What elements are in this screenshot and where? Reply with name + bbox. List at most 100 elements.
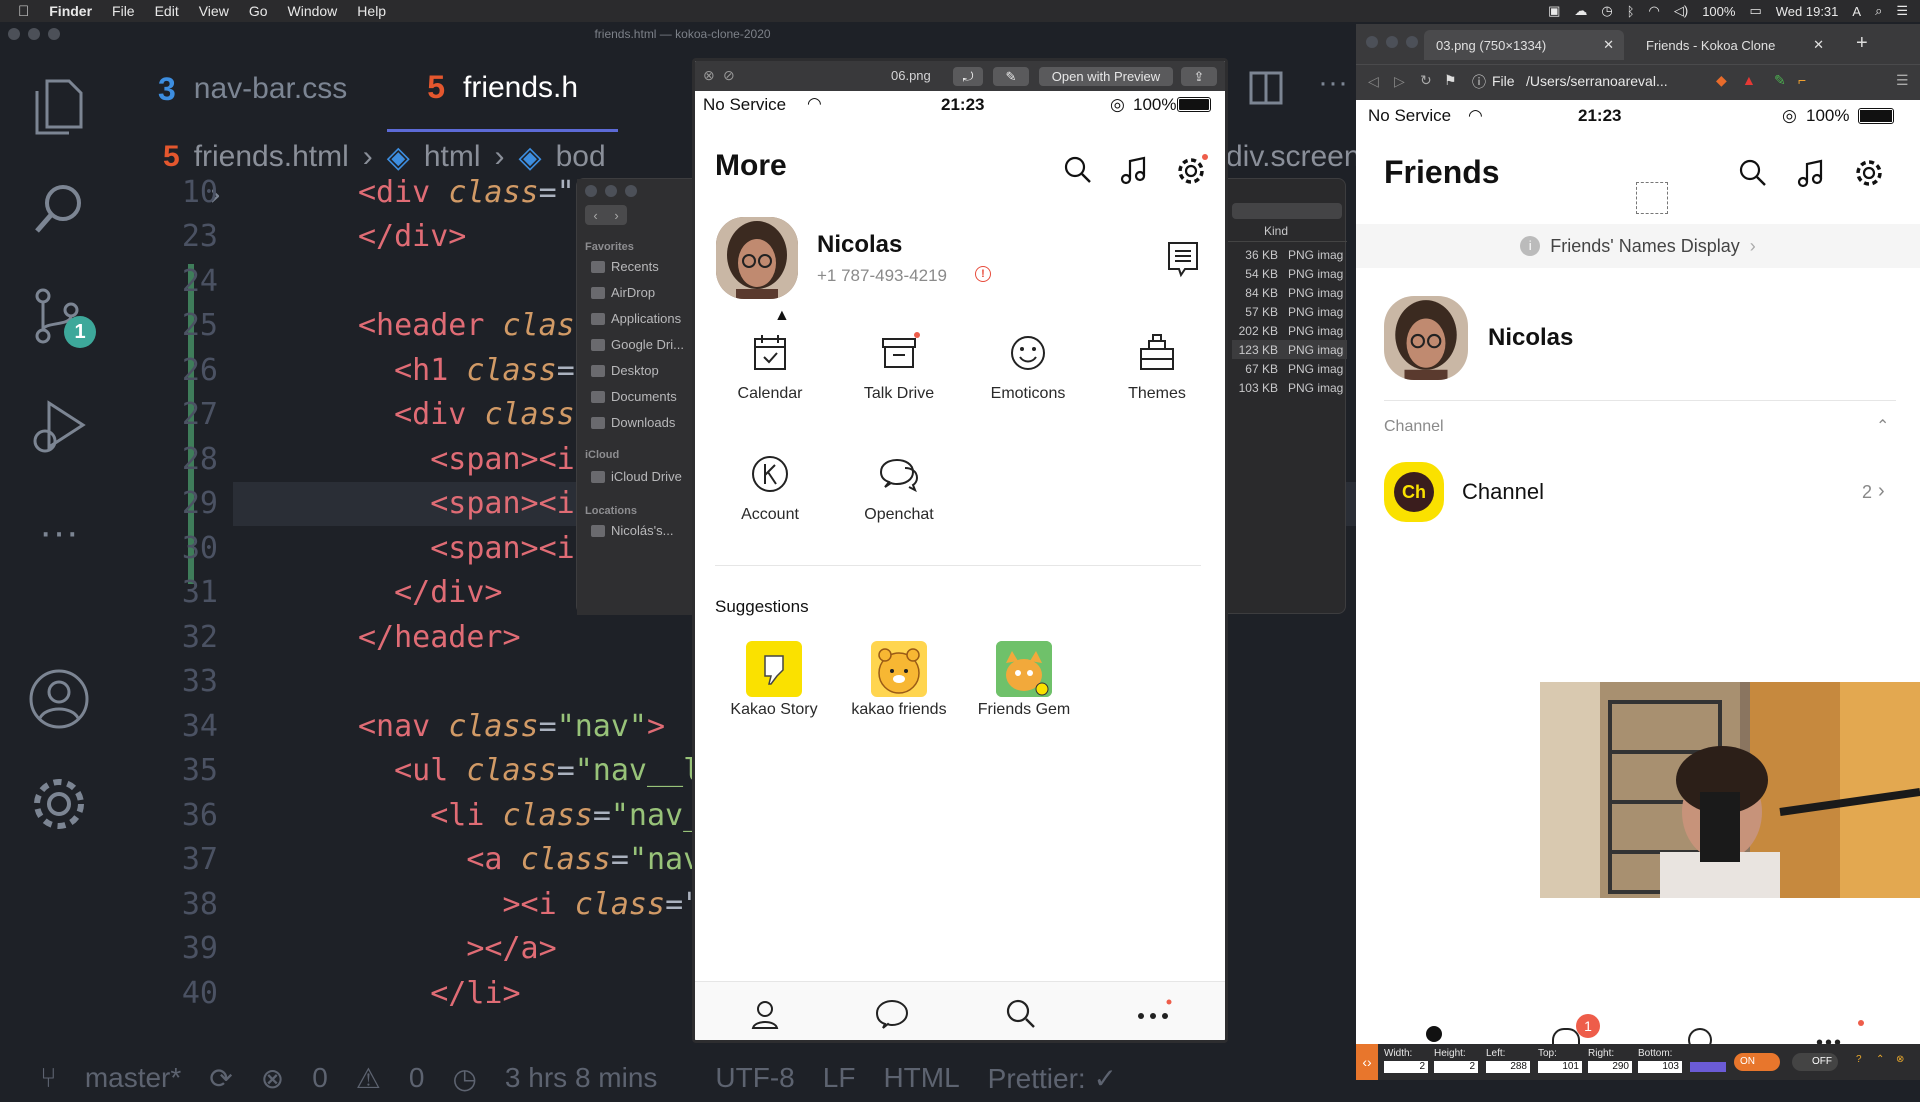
width-value[interactable]: 2 bbox=[1384, 1061, 1428, 1073]
sidebar-item-computer[interactable]: Nicolás's... bbox=[591, 523, 673, 538]
wifi-icon[interactable]: ◠ bbox=[1649, 3, 1660, 19]
help-icon[interactable]: ? bbox=[1856, 1054, 1862, 1065]
menu-help[interactable]: Help bbox=[357, 3, 386, 19]
menu-file[interactable]: File bbox=[112, 3, 135, 19]
screen-record-icon[interactable]: ▣ bbox=[1548, 3, 1560, 19]
names-display-banner[interactable]: i Friends' Names Display › bbox=[1356, 224, 1920, 268]
menu-view[interactable]: View bbox=[199, 3, 229, 19]
talk-drive-icon[interactable] bbox=[875, 329, 923, 377]
account-icon[interactable] bbox=[28, 668, 90, 730]
explorer-icon[interactable] bbox=[28, 76, 90, 138]
avatar[interactable] bbox=[716, 217, 798, 299]
menu-item-themes[interactable]: Themes bbox=[1092, 385, 1222, 403]
settings-gear-icon[interactable] bbox=[28, 773, 90, 835]
themes-icon[interactable] bbox=[1133, 329, 1181, 377]
tab-close-icon[interactable]: ✕ bbox=[1813, 37, 1824, 53]
rewards-icon[interactable]: ▲ bbox=[1742, 72, 1756, 88]
bookmark-icon[interactable]: ⚑ bbox=[1444, 72, 1457, 89]
editor-more-icon[interactable]: ··· bbox=[1318, 66, 1348, 100]
left-value[interactable]: 288 bbox=[1486, 1061, 1530, 1073]
file-row[interactable]: 123 KB PNG imag bbox=[1232, 340, 1347, 359]
file-row[interactable]: 67 KB PNG imag bbox=[1232, 359, 1347, 378]
finder-nav-buttons[interactable]: ‹ › bbox=[585, 205, 627, 225]
git-branch[interactable]: master* bbox=[85, 1062, 181, 1094]
sidebar-item-applications[interactable]: Applications bbox=[591, 311, 681, 326]
up-icon[interactable]: ⌃ bbox=[1876, 1054, 1884, 1065]
file-row[interactable]: 54 KB PNG imag bbox=[1232, 264, 1347, 283]
sidebar-item-airdrop[interactable]: AirDrop bbox=[591, 285, 655, 300]
file-row[interactable]: 84 KB PNG imag bbox=[1232, 283, 1347, 302]
calendar-icon[interactable] bbox=[746, 329, 794, 377]
sidebar-item-google-drive[interactable]: Google Dri... bbox=[591, 337, 684, 352]
file-row[interactable]: 202 KB PNG imag bbox=[1232, 321, 1347, 340]
back-icon[interactable]: ◁ bbox=[1368, 73, 1379, 90]
column-header-kind[interactable]: Kind bbox=[1222, 224, 1347, 242]
share-icon[interactable]: ⇪ bbox=[1181, 67, 1217, 86]
markup-icon[interactable]: ✎ bbox=[993, 67, 1029, 86]
split-editor-icon[interactable] bbox=[1248, 70, 1284, 106]
tab-close-icon[interactable]: ✕ bbox=[1603, 37, 1614, 53]
search-icon[interactable] bbox=[1738, 158, 1768, 188]
breadcrumb-item[interactable]: bod bbox=[556, 140, 606, 174]
kakao-friends-icon[interactable] bbox=[871, 641, 927, 697]
rotate-icon[interactable]: ⤾ bbox=[953, 67, 983, 86]
time-machine-icon[interactable]: ◷ bbox=[1601, 3, 1612, 19]
back-icon[interactable]: ‹ bbox=[593, 208, 597, 223]
info-icon[interactable]: ⓘ bbox=[1472, 72, 1486, 92]
bluetooth-icon[interactable]: ᛒ bbox=[1627, 4, 1635, 19]
url-path[interactable]: /Users/serranoareval... bbox=[1526, 73, 1668, 89]
emoticons-icon[interactable] bbox=[1004, 329, 1052, 377]
reload-icon[interactable]: ↻ bbox=[1420, 72, 1432, 89]
search-tab-icon[interactable] bbox=[1005, 998, 1037, 1030]
music-icon[interactable] bbox=[1796, 158, 1826, 188]
time-tracker[interactable]: 3 hrs 8 mins bbox=[505, 1062, 658, 1094]
browser-traffic-lights[interactable] bbox=[1366, 36, 1418, 48]
control-center-icon[interactable]: ☰ bbox=[1896, 3, 1908, 19]
keyboard-input-icon[interactable]: A bbox=[1852, 4, 1861, 19]
eol[interactable]: LF bbox=[823, 1062, 856, 1094]
sidebar-item-icloud-drive[interactable]: iCloud Drive bbox=[591, 469, 682, 484]
cloud-icon[interactable]: ☁ bbox=[1574, 3, 1587, 19]
settings-gear-icon[interactable] bbox=[1175, 153, 1209, 187]
more-icon[interactable]: ··· bbox=[28, 501, 90, 563]
menu-window[interactable]: Window bbox=[288, 3, 338, 19]
menu-item-talk-drive[interactable]: Talk Drive bbox=[834, 385, 964, 403]
sync-icon[interactable]: ⟳ bbox=[209, 1062, 232, 1095]
chevron-up-icon[interactable]: ⌃ bbox=[1876, 416, 1889, 436]
search-icon[interactable] bbox=[1063, 155, 1093, 185]
menu-edit[interactable]: Edit bbox=[155, 3, 179, 19]
file-row[interactable]: 36 KB PNG imag bbox=[1232, 245, 1347, 264]
tab-friends-html[interactable]: 5 friends.h bbox=[387, 46, 619, 132]
music-icon[interactable] bbox=[1119, 155, 1149, 185]
sidebar-item-desktop[interactable]: Desktop bbox=[591, 363, 659, 378]
file-row[interactable]: 57 KB PNG imag bbox=[1232, 302, 1347, 321]
menu-item-calendar[interactable]: Calendar bbox=[705, 385, 835, 403]
url-scheme[interactable]: File bbox=[1492, 73, 1515, 89]
menu-go[interactable]: Go bbox=[249, 3, 268, 19]
battery-percent[interactable]: 100% bbox=[1702, 4, 1735, 19]
toggle-on[interactable]: ON bbox=[1734, 1053, 1780, 1071]
sidebar-item-recents[interactable]: Recents bbox=[591, 259, 659, 274]
prettier-status[interactable]: Prettier: ✓ bbox=[988, 1062, 1117, 1095]
finder-search-field[interactable] bbox=[1232, 203, 1342, 219]
color-swatch[interactable] bbox=[1690, 1062, 1726, 1072]
menu-app-name[interactable]: Finder bbox=[49, 3, 92, 19]
toggle-off[interactable]: OFF bbox=[1792, 1053, 1838, 1071]
brave-shield-icon[interactable]: ◆ bbox=[1716, 72, 1727, 89]
volume-icon[interactable]: ◁) bbox=[1674, 3, 1688, 19]
menu-item-emoticons[interactable]: Emoticons bbox=[963, 385, 1093, 403]
open-with-preview-button[interactable]: Open with Preview bbox=[1039, 67, 1173, 86]
breadcrumb-item[interactable]: friends.html bbox=[194, 140, 349, 174]
error-count[interactable]: 0 bbox=[312, 1062, 328, 1094]
tab-nav-bar-css[interactable]: 3 nav-bar.css bbox=[118, 46, 387, 132]
more-tab-icon[interactable] bbox=[1133, 998, 1173, 1030]
fullscreen-icon[interactable]: ⊘ bbox=[723, 67, 735, 84]
chats-tab-icon[interactable] bbox=[875, 998, 909, 1030]
channel-icon[interactable]: Ch bbox=[1384, 462, 1444, 522]
edit-profile-icon[interactable] bbox=[1167, 241, 1199, 279]
bottom-value[interactable]: 103 bbox=[1638, 1061, 1682, 1073]
new-tab-icon[interactable]: + bbox=[1856, 32, 1868, 55]
clock[interactable]: Wed 19:31 bbox=[1776, 4, 1839, 19]
finder-traffic-lights[interactable] bbox=[585, 185, 637, 197]
close-icon[interactable]: ⊗ bbox=[703, 67, 715, 84]
